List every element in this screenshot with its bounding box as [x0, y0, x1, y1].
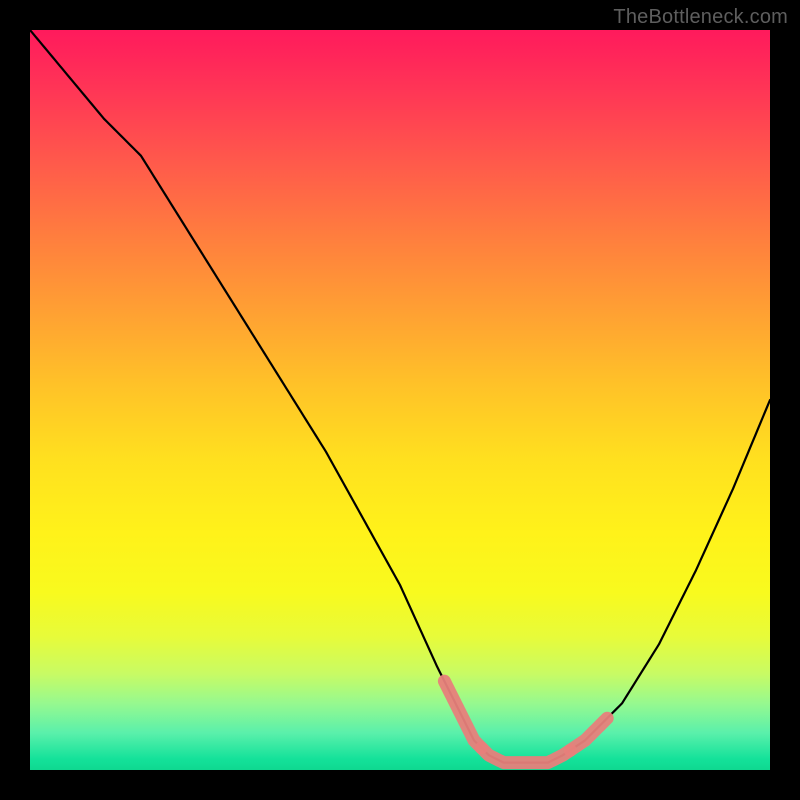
- chart-stage: TheBottleneck.com: [0, 0, 800, 800]
- bottleneck-curve: [30, 30, 770, 763]
- chart-svg: [30, 30, 770, 770]
- watermark-text: TheBottleneck.com: [613, 6, 788, 29]
- highlight-segment-flat: [481, 748, 570, 763]
- plot-area: [30, 30, 770, 770]
- highlight-segment-left: [444, 681, 481, 748]
- highlight-segment-right: [570, 718, 607, 750]
